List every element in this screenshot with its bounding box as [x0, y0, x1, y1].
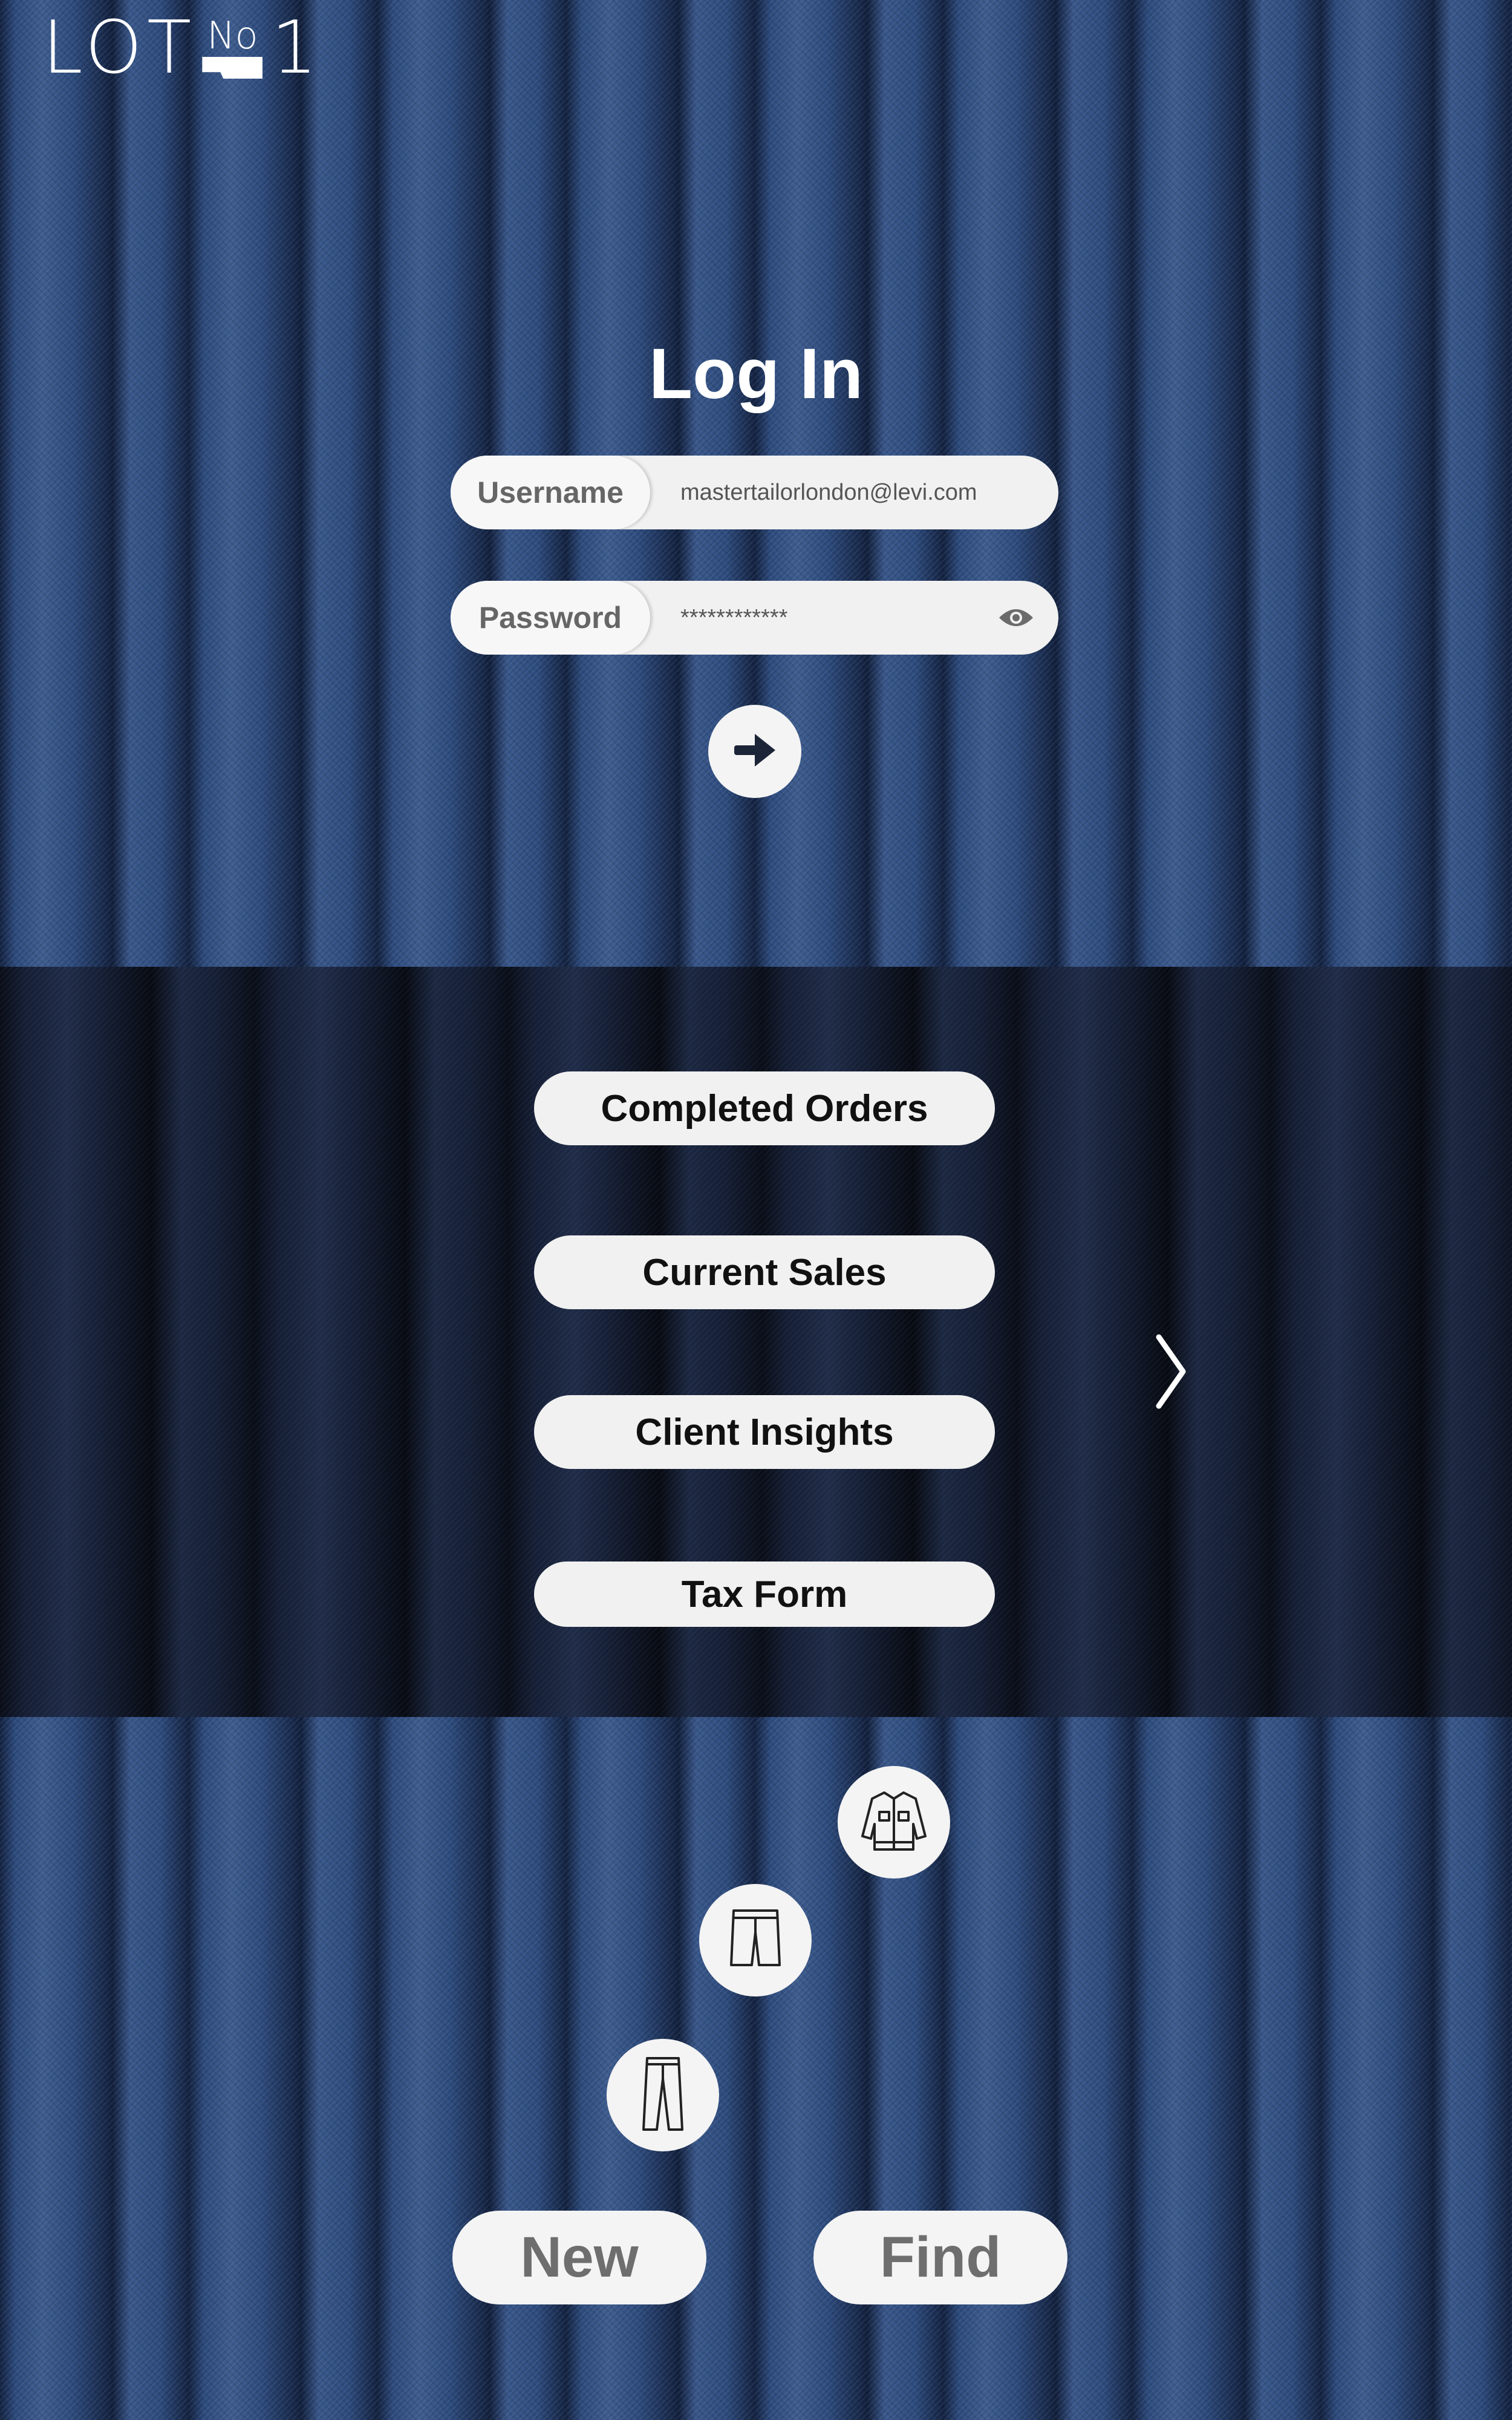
shorts-button[interactable]: [699, 1884, 812, 1996]
username-field[interactable]: Username mastertailorlondon@levi.com: [451, 456, 1058, 529]
logo-one-text: 1: [271, 6, 322, 90]
jeans-button[interactable]: [607, 2039, 719, 2151]
username-input[interactable]: mastertailorlondon@levi.com: [650, 480, 1058, 506]
arrow-right-icon: [731, 729, 779, 774]
logo-lot-text: LOT: [42, 6, 197, 90]
eye-icon[interactable]: [992, 581, 1040, 655]
password-label: Password: [451, 581, 650, 655]
find-button[interactable]: Find: [813, 2211, 1067, 2304]
logo-numero: No: [202, 13, 263, 79]
jacket-button[interactable]: [838, 1766, 950, 1879]
tax-form-button[interactable]: Tax Form: [534, 1562, 995, 1627]
logo-tab-mark: [202, 57, 263, 79]
password-field[interactable]: Password ************: [451, 581, 1058, 655]
username-label: Username: [451, 456, 650, 529]
shorts-icon: [725, 1906, 786, 1975]
current-sales-button[interactable]: Current Sales: [534, 1235, 995, 1309]
login-title: Log In: [649, 334, 863, 414]
jacket-icon: [858, 1788, 930, 1857]
logo-no-text: No: [207, 13, 258, 57]
login-submit-button[interactable]: [708, 705, 801, 798]
client-insights-button[interactable]: Client Insights: [534, 1395, 995, 1469]
login-panel: LOT No 1 Log In Username mastertailorlon…: [0, 0, 1512, 967]
new-button[interactable]: New: [452, 2211, 706, 2304]
password-input[interactable]: ************: [650, 605, 992, 631]
completed-orders-button[interactable]: Completed Orders: [534, 1071, 995, 1145]
menu-panel: Completed Orders Current Sales Client In…: [0, 967, 1512, 1717]
jeans-icon: [639, 2055, 687, 2136]
chevron-right-icon[interactable]: [1150, 1332, 1193, 1411]
brand-logo: LOT No 1: [42, 12, 322, 85]
garment-panel: New Find: [0, 1717, 1512, 2420]
